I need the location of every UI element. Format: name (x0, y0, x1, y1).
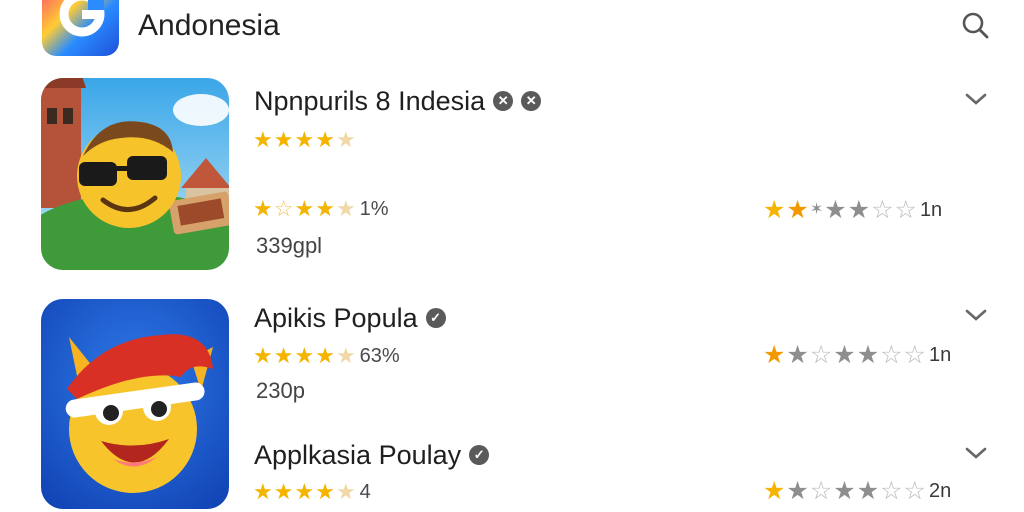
app-thumbnail-emoji-sunglasses[interactable] (41, 78, 229, 270)
app-size: 339gpl (256, 233, 323, 258)
app-row-2-title[interactable]: Apikis Popula ✓ (254, 301, 446, 335)
app-rating-stars: ★ ★ ★ ★ ★ (253, 127, 356, 152)
app-name[interactable]: Npnpurils 8 Indesia (254, 84, 485, 118)
app-size: 230p (256, 378, 305, 403)
verified-badge-icon: ✕ (493, 91, 514, 111)
user-rating-stars[interactable]: ★ ★ ☆ ★ ★ ☆ ☆ 2n (763, 478, 951, 504)
user-rating-label: 2n (928, 480, 952, 502)
user-rating-label: 1n (928, 344, 952, 366)
user-rating-stars[interactable]: ★ ★ ✶ ★ ★ ☆ ☆ 1n (763, 197, 942, 223)
app-rating-summary: ★ ★ ★ ★ ★ 63% (253, 343, 400, 368)
verified-badge-icon: ✕ (521, 91, 542, 111)
verified-badge-icon: ✓ (469, 445, 490, 465)
app-row-1-title[interactable]: Npnpurils 8 Indesia ✕ ✕ (254, 84, 542, 118)
app-rating-summary: ★ ★ ★ ★ ★ 4 (253, 479, 371, 504)
chevron-down-icon[interactable] (962, 304, 990, 326)
app-logo-icon[interactable] (42, 0, 119, 56)
page-title: Andonesia (138, 9, 280, 42)
chevron-down-icon[interactable] (962, 442, 990, 464)
app-thumbnail-emoji-hat[interactable] (41, 299, 229, 509)
chevron-down-icon[interactable] (962, 88, 990, 110)
rating-percent: 63% (359, 345, 400, 367)
rating-percent: 1% (359, 198, 389, 220)
user-rating-label: 1n (919, 199, 943, 221)
app-name[interactable]: Apikis Popula (254, 301, 418, 335)
search-icon[interactable] (958, 8, 994, 44)
app-row-3-title[interactable]: Applkasia Poulay ✓ (254, 438, 490, 472)
user-rating-stars[interactable]: ★ ★ ☆ ★ ★ ☆ ☆ 1n (763, 342, 951, 368)
app-rating-summary: ★ ☆ ★ ★ ★ 1% (253, 196, 389, 221)
verified-badge-icon: ✓ (425, 308, 446, 328)
rating-count: 4 (359, 481, 371, 503)
app-name[interactable]: Applkasia Poulay (254, 438, 461, 472)
